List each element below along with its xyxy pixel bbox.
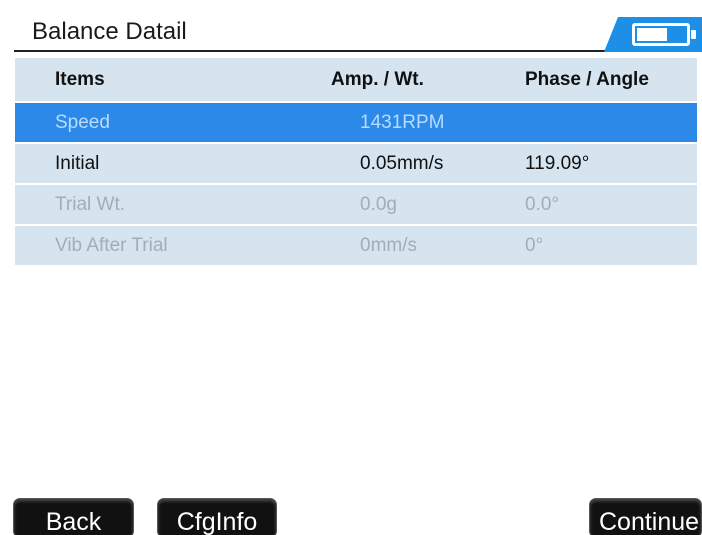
page-title: Balance Datail — [32, 18, 187, 45]
title-divider — [14, 50, 614, 52]
battery-icon — [632, 23, 696, 46]
table-header-row: Items Amp. / Wt. Phase / Angle — [15, 58, 697, 103]
row-amp-value: 1431RPM — [360, 111, 445, 133]
battery-level — [637, 28, 667, 41]
row-amp-value: 0mm/s — [360, 234, 417, 256]
table-row-speed[interactable]: Speed 1431RPM — [15, 103, 697, 144]
column-header-items: Items — [55, 68, 105, 90]
table-row-trial-wt[interactable]: Trial Wt. 0.0g 0.0° — [15, 185, 697, 226]
battery-terminal — [691, 30, 696, 39]
balance-data-table: Items Amp. / Wt. Phase / Angle Speed 143… — [15, 58, 697, 267]
row-phase-value: 0° — [525, 234, 544, 256]
table-row-vib-after-trial[interactable]: Vib After Trial 0mm/s 0° — [15, 226, 697, 267]
row-item-label: Speed — [55, 111, 110, 133]
title-bar: Balance Datail — [0, 0, 702, 52]
row-amp-value: 0.0g — [360, 193, 397, 215]
back-button[interactable]: Back — [13, 498, 134, 535]
row-amp-value: 0.05mm/s — [360, 152, 444, 174]
table-row-initial[interactable]: Initial 0.05mm/s 119.09° — [15, 144, 697, 185]
column-header-amp-wt: Amp. / Wt. — [331, 68, 424, 90]
cfginfo-button[interactable]: CfgInfo — [157, 498, 277, 535]
row-item-label: Vib After Trial — [55, 234, 168, 256]
row-item-label: Trial Wt. — [55, 193, 126, 215]
balance-detail-screen: Balance Datail Items Amp. / Wt. Phase / … — [0, 0, 702, 535]
row-item-label: Initial — [55, 152, 100, 174]
column-header-phase-angle: Phase / Angle — [525, 68, 649, 90]
continue-button[interactable]: Continue — [589, 498, 702, 535]
row-phase-value: 119.09° — [525, 152, 590, 174]
row-phase-value: 0.0° — [525, 193, 560, 215]
